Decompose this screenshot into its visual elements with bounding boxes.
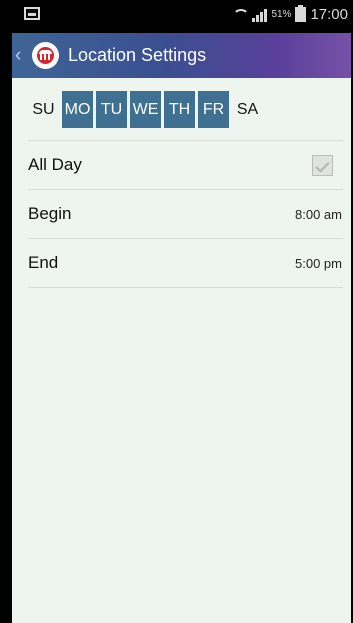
app-bar: ‹ Location Settings [12, 33, 351, 78]
battery-percent: 51% [271, 9, 292, 20]
chevron-left-icon[interactable]: ‹ [15, 46, 33, 65]
day-toggle-su[interactable]: SU [28, 91, 59, 128]
divider [28, 287, 343, 288]
day-toggle-fr[interactable]: FR [198, 91, 229, 128]
app-title: Location Settings [68, 45, 207, 65]
weekday-selector: SU MO TU WE TH FR SA [28, 91, 263, 128]
day-toggle-mo[interactable]: MO [62, 91, 93, 128]
all-day-checkbox[interactable] [312, 154, 333, 176]
end-label: End [28, 253, 59, 272]
signal-icon [252, 8, 268, 22]
status-bar: 51% 17:00 [12, 0, 351, 33]
status-indicators: 51% 17:00 [232, 5, 348, 23]
day-toggle-we[interactable]: WE [130, 91, 161, 128]
begin-time-value[interactable]: 8:00 am [295, 207, 342, 222]
screenshot-icon [24, 7, 40, 20]
building-logo-icon[interactable] [32, 42, 59, 69]
begin-time-row[interactable]: Begin 8:00 am [28, 190, 343, 238]
status-time: 17:00 [310, 6, 348, 23]
phone-screen: 51% 17:00 ‹ Location Settings SU MO TU WE TH… [0, 0, 353, 623]
day-toggle-th[interactable]: TH [164, 91, 195, 128]
begin-label: Begin [28, 204, 72, 223]
location-settings-content: SU MO TU WE TH FR SA All Day Begin 8:00 am End… [12, 78, 351, 623]
all-day-row[interactable]: All Day [28, 141, 343, 189]
day-toggle-sa[interactable]: SA [232, 91, 263, 128]
wifi-icon [232, 7, 250, 23]
battery-icon [295, 5, 307, 22]
all-day-label: All Day [28, 155, 82, 174]
end-time-value[interactable]: 5:00 pm [295, 256, 342, 271]
day-toggle-tu[interactable]: TU [96, 91, 127, 128]
end-time-row[interactable]: End 5:00 pm [28, 239, 343, 287]
